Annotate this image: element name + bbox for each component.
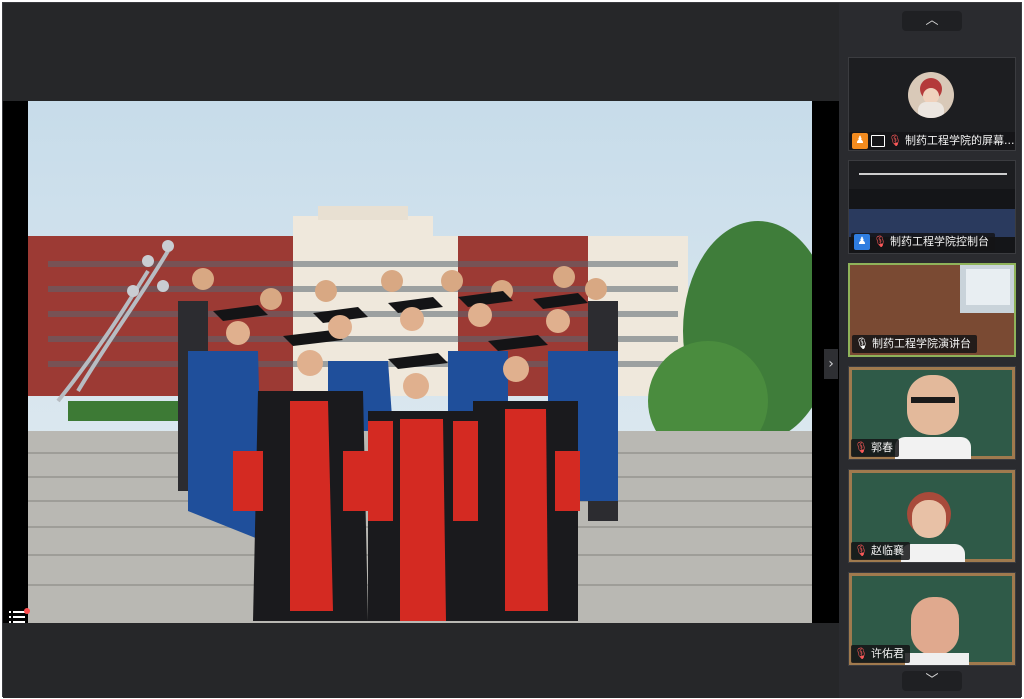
- screen-share-icon: [871, 135, 885, 147]
- participant-label: ♟ 🎙 制药工程学院控制台: [851, 233, 995, 251]
- participant-label: 🎙 赵临襄: [851, 542, 910, 560]
- mic-muted-icon: 🎙: [873, 235, 887, 248]
- scroll-down-chevron-icon[interactable]: ﹀: [902, 671, 962, 691]
- avatar: [907, 375, 959, 435]
- participant-name: 郭春: [870, 441, 893, 454]
- shared-screen: [3, 101, 839, 623]
- main-stage: ›: [3, 3, 839, 698]
- participant-label: 🎙 制药工程学院演讲台: [852, 335, 977, 353]
- participant-tile[interactable]: 🎙 许佑君: [848, 572, 1016, 666]
- mic-icon: 🎙: [855, 337, 869, 350]
- graduation-photo: [28, 101, 812, 623]
- participant-name: 制药工程学院的屏幕...: [904, 134, 1015, 147]
- participant-tile-active[interactable]: 🎙 制药工程学院演讲台: [848, 263, 1016, 357]
- participant-name: 制药工程学院控制台: [889, 235, 989, 248]
- participants-list-button[interactable]: [9, 608, 33, 628]
- participant-tile[interactable]: 🎙 郭春: [848, 366, 1016, 460]
- scroll-up-chevron-icon[interactable]: ︿: [902, 11, 962, 31]
- participant-tile[interactable]: ♟ 🎙 制药工程学院的屏幕...: [848, 57, 1016, 151]
- avatar: [911, 597, 959, 655]
- participant-tile[interactable]: ♟ 🎙 制药工程学院控制台: [848, 160, 1016, 254]
- participants-sidebar: ︿ ♟ 🎙 制药工程学院的屏幕... ♟ 🎙 制药工程学院控制台 🎙 制药工程学…: [839, 3, 1021, 698]
- participant-tile[interactable]: 🎙 赵临襄: [848, 469, 1016, 563]
- mic-muted-icon: 🎙: [854, 647, 868, 660]
- participant-label: ♟ 🎙 制药工程学院的屏幕...: [849, 132, 1015, 150]
- participant-label: 🎙 许佑君: [851, 645, 910, 663]
- user-icon: ♟: [854, 234, 870, 250]
- participant-label: 🎙 郭春: [851, 439, 899, 457]
- participant-name: 赵临襄: [870, 544, 904, 557]
- participant-name: 许佑君: [870, 647, 904, 660]
- mic-muted-icon: 🎙: [888, 134, 902, 147]
- notification-dot: [24, 608, 30, 614]
- participant-name: 制药工程学院演讲台: [871, 337, 971, 350]
- mic-muted-icon: 🎙: [854, 544, 868, 557]
- avatar: [908, 72, 954, 118]
- mic-muted-icon: 🎙: [854, 441, 868, 454]
- host-icon: ♟: [852, 133, 868, 149]
- meeting-window: › ︿ ♟ 🎙 制药工程学院的屏幕... ♟ 🎙 制药工程学院控制台 🎙 制药工…: [2, 2, 1022, 698]
- sidebar-toggle-chevron-icon[interactable]: ›: [824, 349, 838, 379]
